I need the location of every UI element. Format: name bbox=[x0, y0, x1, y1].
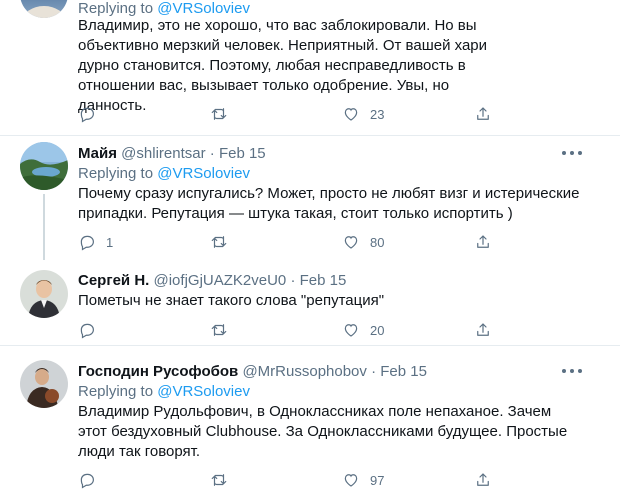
reply-handle-link[interactable]: @VRSoloviev bbox=[157, 165, 250, 182]
like-count: 97 bbox=[370, 472, 385, 488]
share-icon bbox=[477, 323, 489, 336]
tweet-header: Сергей Н. @iofjGjUAZK2veU0 · Feb 15 bbox=[78, 272, 346, 289]
avatar[interactable] bbox=[20, 142, 68, 190]
retweet-button[interactable] bbox=[210, 231, 228, 253]
author-name[interactable]: Господин Русофобов bbox=[78, 363, 238, 380]
avatar[interactable] bbox=[20, 270, 68, 318]
share-button[interactable] bbox=[474, 103, 492, 125]
comment-icon bbox=[80, 473, 94, 489]
reply-handle-link[interactable]: @VRSoloviev bbox=[157, 383, 250, 400]
author-name[interactable]: Сергей Н. bbox=[78, 272, 149, 289]
comment-icon bbox=[80, 107, 94, 123]
tweet-header: Майя @shlirentsar · Feb 15 bbox=[78, 145, 266, 162]
share-button[interactable] bbox=[474, 319, 492, 341]
share-button[interactable] bbox=[474, 469, 492, 491]
heart-icon bbox=[344, 324, 358, 337]
tweet-actions: 23 bbox=[78, 103, 518, 125]
share-icon bbox=[477, 473, 489, 486]
share-icon bbox=[477, 235, 489, 248]
author-handle[interactable]: @iofjGjUAZK2veU0 bbox=[154, 272, 287, 289]
retweet-button[interactable] bbox=[210, 319, 228, 341]
like-count: 23 bbox=[370, 106, 385, 122]
retweet-button[interactable] bbox=[210, 103, 228, 125]
author-handle[interactable]: @shlirentsar bbox=[121, 145, 205, 162]
reply-button[interactable] bbox=[78, 103, 96, 125]
heart-icon bbox=[344, 108, 358, 121]
like-button[interactable]: 97 bbox=[342, 469, 384, 491]
heart-icon bbox=[344, 474, 358, 487]
author-name[interactable]: Майя bbox=[78, 145, 117, 162]
reply-count: 1 bbox=[106, 234, 114, 250]
tweet-header: Господин Русофобов @MrRussophobov · Feb … bbox=[78, 363, 427, 380]
thread-line bbox=[43, 194, 45, 260]
more-options-button[interactable] bbox=[562, 151, 584, 157]
like-count: 80 bbox=[370, 234, 385, 250]
replying-to: Replying to @VRSoloviev bbox=[78, 0, 250, 17]
tweet-text: Почему сразу испугались? Может, просто н… bbox=[78, 185, 580, 222]
reply-button[interactable] bbox=[78, 319, 96, 341]
retweet-icon bbox=[211, 324, 227, 336]
separator-dot: · bbox=[209, 145, 215, 162]
share-button[interactable] bbox=[474, 231, 492, 253]
share-icon bbox=[477, 107, 489, 120]
author-handle[interactable]: @MrRussophobov bbox=[242, 363, 366, 380]
heart-icon bbox=[344, 236, 358, 249]
tweet-1[interactable]: Replying to @VRSoloviev Владимир, это не… bbox=[0, 0, 620, 130]
comment-icon bbox=[80, 235, 94, 251]
retweet-icon bbox=[211, 236, 227, 248]
reply-button[interactable] bbox=[78, 469, 96, 491]
tweet-date[interactable]: Feb 15 bbox=[300, 272, 347, 289]
tweet-date[interactable]: Feb 15 bbox=[380, 363, 427, 380]
tweet-text: Владимир, это не хорошо, что вас заблоки… bbox=[78, 17, 488, 114]
comment-icon bbox=[80, 323, 94, 339]
tweet-4[interactable]: Господин Русофобов @MrRussophobov · Feb … bbox=[0, 346, 620, 496]
avatar[interactable] bbox=[20, 0, 68, 18]
like-button[interactable]: 20 bbox=[342, 319, 384, 341]
more-options-button[interactable] bbox=[562, 369, 584, 375]
tweet-3[interactable]: Сергей Н. @iofjGjUAZK2veU0 · Feb 15 Поме… bbox=[0, 262, 620, 340]
tweet-text: Владимир Рудольфович, в Одноклассниках п… bbox=[78, 403, 568, 460]
like-count: 20 bbox=[370, 322, 385, 338]
avatar[interactable] bbox=[20, 360, 68, 408]
retweet-icon bbox=[211, 474, 227, 486]
tweet-2[interactable]: Майя @shlirentsar · Feb 15 Replying to @… bbox=[0, 136, 620, 260]
replying-to: Replying to @VRSoloviev bbox=[78, 383, 250, 400]
tweet-actions: 20 bbox=[78, 319, 518, 341]
retweet-button[interactable] bbox=[210, 469, 228, 491]
like-button[interactable]: 80 bbox=[342, 231, 384, 253]
separator-dot: · bbox=[371, 363, 377, 380]
reply-handle-link[interactable]: @VRSoloviev bbox=[157, 0, 250, 17]
replying-to: Replying to @VRSoloviev bbox=[78, 165, 250, 182]
retweet-icon bbox=[211, 108, 227, 120]
tweet-actions: 97 bbox=[78, 469, 518, 491]
like-button[interactable]: 23 bbox=[342, 103, 384, 125]
tweet-actions: 1 80 bbox=[78, 231, 518, 253]
reply-button[interactable]: 1 bbox=[78, 231, 113, 253]
separator-dot: · bbox=[290, 272, 296, 289]
tweet-text: Пометыч не знает такого слова "репутация… bbox=[78, 292, 385, 309]
tweet-date[interactable]: Feb 15 bbox=[219, 145, 266, 162]
